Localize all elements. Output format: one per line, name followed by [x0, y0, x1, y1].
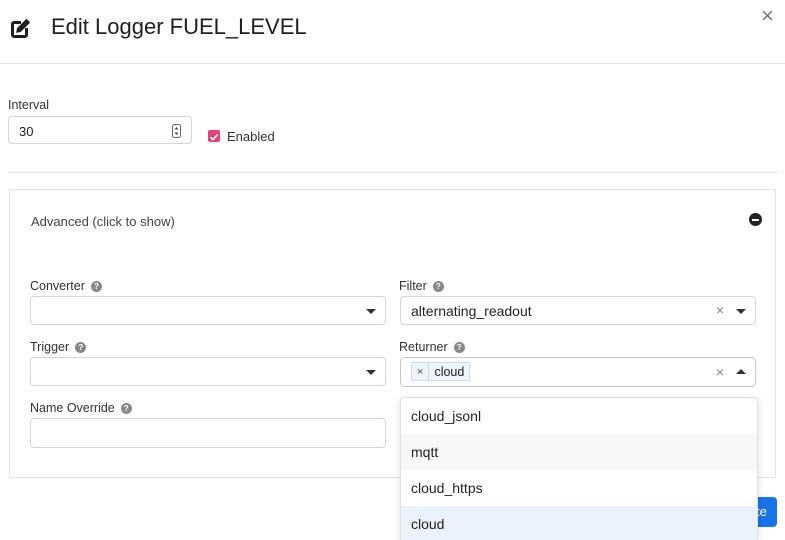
- returner-label: Returner?: [399, 340, 465, 354]
- modal-title: Edit Logger FUEL_LEVEL: [51, 14, 307, 39]
- trigger-label-text: Trigger: [30, 340, 70, 354]
- name-override-input[interactable]: [30, 418, 386, 448]
- name-override-label-text: Name Override: [30, 401, 115, 415]
- returner-tag: × cloud: [411, 362, 471, 381]
- dropdown-option-label: mqtt: [411, 444, 439, 460]
- clear-icon[interactable]: ×: [716, 365, 724, 379]
- dropdown-option[interactable]: cloud: [401, 506, 757, 540]
- remove-tag-icon[interactable]: ×: [412, 363, 430, 380]
- returner-tag-label: cloud: [434, 364, 465, 379]
- returner-dropdown-menu: cloud_jsonl mqtt cloud_https cloud: [400, 397, 758, 540]
- converter-label: Converter?: [30, 279, 102, 293]
- check-icon: [209, 134, 219, 141]
- help-icon[interactable]: ?: [75, 342, 87, 353]
- name-override-label: Name Override?: [30, 401, 132, 415]
- close-icon[interactable]: ×: [761, 4, 774, 28]
- filter-value: alternating_readout: [411, 303, 532, 319]
- filter-label-text: Filter: [399, 279, 427, 293]
- trigger-select[interactable]: [30, 357, 386, 386]
- filter-select[interactable]: alternating_readout ×: [400, 296, 756, 325]
- returner-select[interactable]: × cloud ×: [400, 357, 756, 387]
- edit-icon: [11, 18, 31, 38]
- help-icon[interactable]: ?: [432, 281, 444, 292]
- chevron-up-icon[interactable]: [736, 369, 746, 374]
- advanced-toggle[interactable]: Advanced (click to show): [31, 214, 175, 229]
- dropdown-option-label: cloud: [411, 516, 445, 532]
- help-icon[interactable]: ?: [453, 342, 465, 353]
- converter-select[interactable]: [30, 296, 386, 325]
- chevron-down-icon[interactable]: [366, 370, 376, 375]
- chevron-down-icon[interactable]: [366, 309, 376, 314]
- interval-label: Interval: [8, 98, 49, 112]
- dropdown-option-label: cloud_https: [411, 480, 483, 496]
- enabled-checkbox[interactable]: [208, 130, 220, 142]
- interval-input[interactable]: 30: [8, 116, 192, 144]
- dropdown-option[interactable]: mqtt: [401, 434, 757, 470]
- filter-label: Filter?: [399, 279, 444, 293]
- modal-header: Edit Logger FUEL_LEVEL ×: [0, 0, 785, 64]
- dropdown-option-label: cloud_jsonl: [411, 408, 482, 424]
- enabled-label: Enabled: [227, 129, 275, 144]
- number-spinner-icon[interactable]: [172, 124, 181, 138]
- chevron-down-icon[interactable]: [736, 309, 746, 314]
- trigger-label: Trigger?: [30, 340, 87, 354]
- clear-icon[interactable]: ×: [716, 303, 724, 317]
- returner-label-text: Returner: [399, 340, 448, 354]
- collapse-icon[interactable]: [749, 213, 762, 226]
- dropdown-option[interactable]: cloud_https: [401, 470, 757, 506]
- help-icon[interactable]: ?: [120, 403, 132, 414]
- help-icon[interactable]: ?: [90, 281, 102, 292]
- divider: [8, 172, 777, 173]
- dropdown-option[interactable]: cloud_jsonl: [401, 398, 757, 434]
- interval-value: 30: [19, 124, 34, 139]
- converter-label-text: Converter: [30, 279, 85, 293]
